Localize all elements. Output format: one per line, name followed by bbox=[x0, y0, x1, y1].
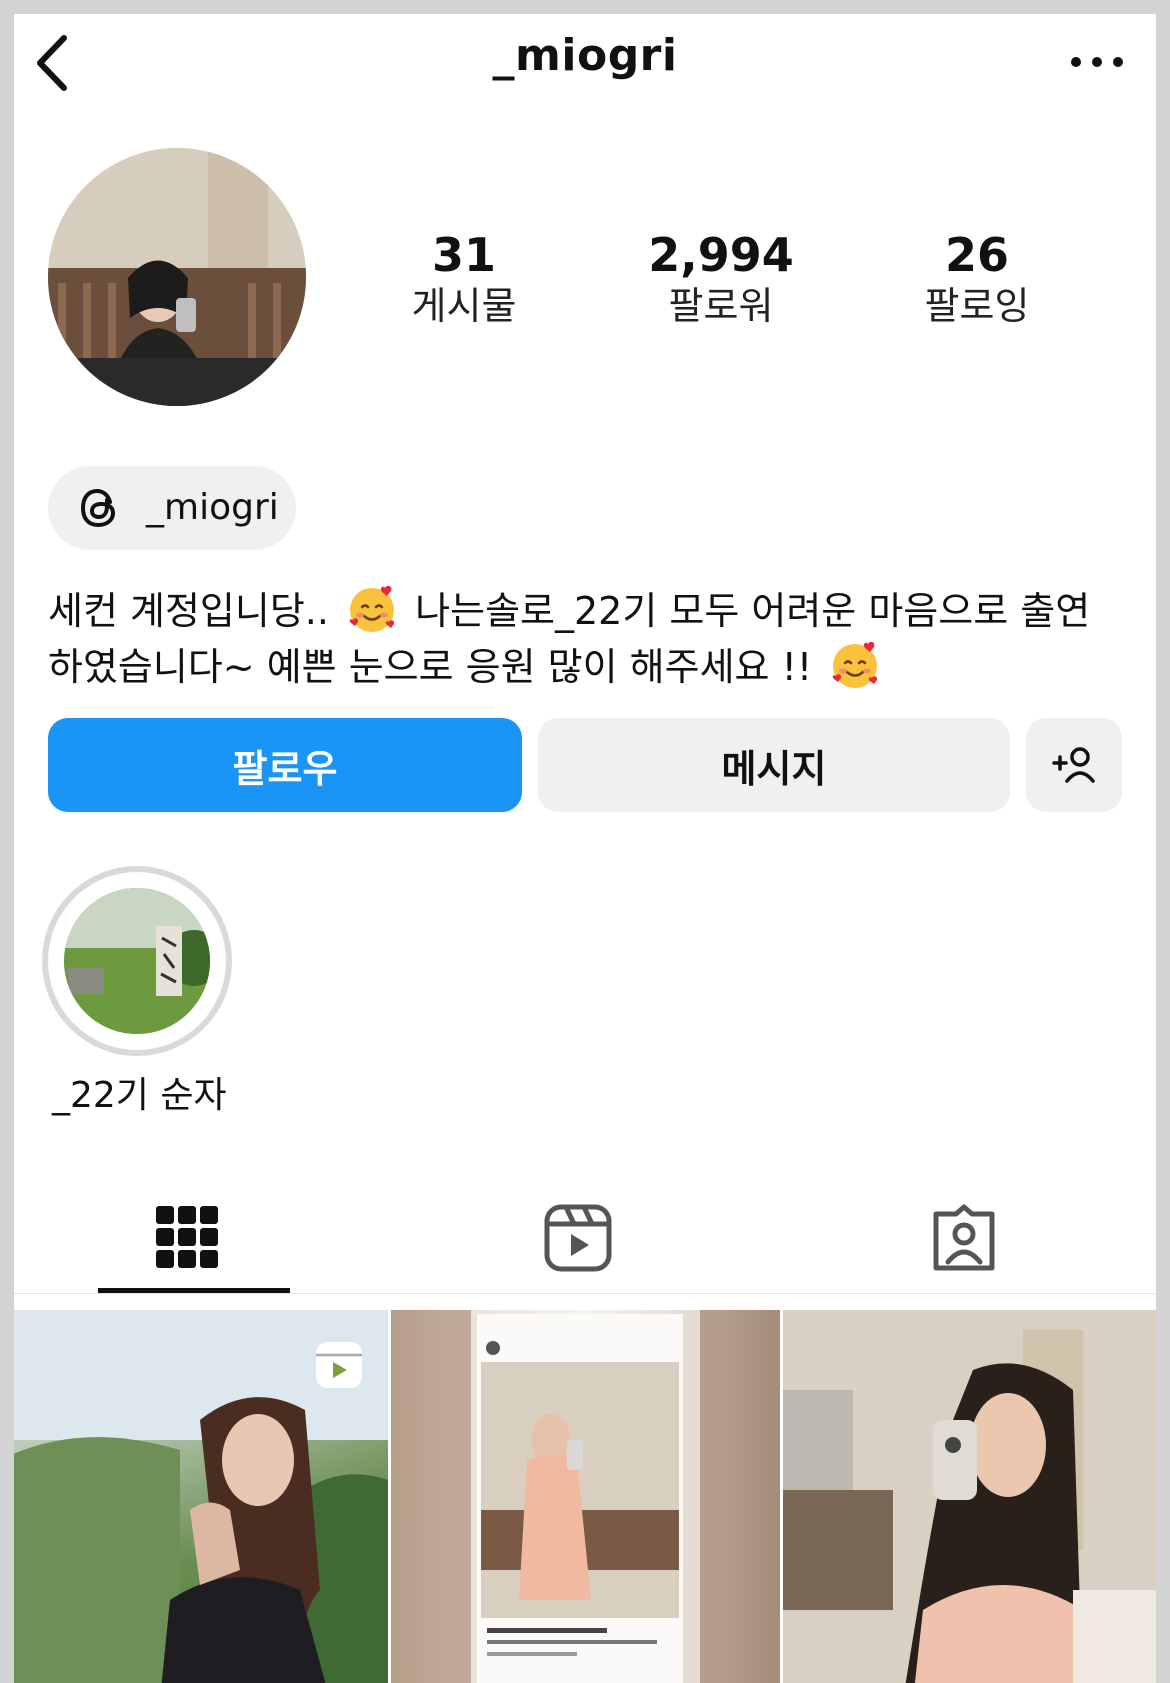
threads-handle: _miogri bbox=[146, 487, 279, 528]
top-bar: _miogri bbox=[14, 14, 1156, 114]
followers-count-label: 팔로워 bbox=[668, 284, 774, 328]
more-icon bbox=[1071, 57, 1123, 67]
tab-reels[interactable] bbox=[394, 1190, 774, 1308]
post-2-image bbox=[391, 1310, 780, 1683]
add-user-icon bbox=[1052, 747, 1095, 783]
threads-link-chip[interactable]: _miogri bbox=[48, 466, 296, 550]
avatar-photo bbox=[48, 148, 306, 406]
reels-icon bbox=[544, 1204, 612, 1272]
following-count-label: 팔로잉 bbox=[924, 284, 1030, 328]
follow-button[interactable]: 팔로우 bbox=[48, 718, 522, 812]
more-options-button[interactable] bbox=[1062, 42, 1132, 82]
reels-badge-icon bbox=[316, 1342, 362, 1388]
grid-post-3[interactable] bbox=[783, 1310, 1156, 1683]
tab-tagged[interactable] bbox=[774, 1190, 1154, 1308]
bio-line1-part1: 세컨 계정입니당.. bbox=[48, 589, 329, 633]
page-title: _miogri bbox=[492, 30, 678, 81]
highlight-cover bbox=[64, 888, 210, 1034]
posts-count-value: 31 bbox=[431, 228, 496, 282]
post-3-image bbox=[783, 1310, 1156, 1683]
avatar[interactable] bbox=[48, 148, 306, 406]
smiling-face-with-hearts-emoji bbox=[832, 641, 878, 688]
grid-icon bbox=[156, 1206, 218, 1268]
followers-count-value: 2,994 bbox=[648, 228, 794, 282]
message-button[interactable]: 메시지 bbox=[538, 718, 1010, 812]
suggest-users-button[interactable] bbox=[1026, 718, 1122, 812]
bio-text: 세컨 계정입니당.. 나는솔로_22기 모두 어려운 마음으로 출연 하였습니다… bbox=[48, 582, 1138, 694]
posts-count[interactable]: 31 게시물 bbox=[354, 228, 574, 330]
tagged-icon bbox=[933, 1204, 995, 1271]
following-count-value: 26 bbox=[944, 228, 1009, 282]
posts-grid bbox=[14, 1310, 1156, 1683]
smiling-face-with-hearts-emoji bbox=[349, 585, 395, 632]
tab-divider bbox=[14, 1293, 1156, 1294]
profile-stats: 31 게시물 2,994 팔로워 26 팔로잉 bbox=[354, 228, 1154, 338]
bio-line2: 하였습니다~ 예쁜 눈으로 응원 많이 해주세요 !! bbox=[48, 645, 813, 689]
profile-screen: _miogri 31 게시물 2,994 팔로워 26 팔로잉 _miogri … bbox=[14, 14, 1156, 1683]
following-count[interactable]: 26 팔로잉 bbox=[867, 228, 1087, 330]
threads-icon bbox=[80, 488, 116, 528]
story-highlight[interactable]: _22기 순자 bbox=[42, 866, 242, 1126]
followers-count[interactable]: 2,994 팔로워 bbox=[611, 228, 831, 330]
bio-line1-part2: 나는솔로_22기 모두 어려운 마음으로 출연 bbox=[415, 589, 1091, 633]
grid-post-2[interactable] bbox=[391, 1310, 780, 1683]
highlight-label: _22기 순자 bbox=[52, 1075, 227, 1116]
posts-count-label: 게시물 bbox=[411, 284, 517, 328]
grid-post-1[interactable] bbox=[14, 1310, 388, 1683]
